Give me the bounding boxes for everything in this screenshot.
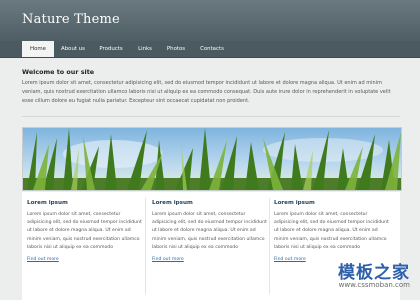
site-title[interactable]: Nature Theme xyxy=(22,12,120,27)
watermark-url: www.cssmoban.com xyxy=(338,281,410,289)
column-text: Lorem ipsum dolor sit amet, consectetur … xyxy=(274,212,389,250)
column-title: Lorem ipsum xyxy=(152,200,193,206)
welcome-text: Lorem ipsum dolor sit amet, consectetur … xyxy=(22,80,391,104)
site-header: Nature Theme xyxy=(0,0,420,41)
column-title: Lorem ipsum xyxy=(27,200,68,206)
section-divider xyxy=(22,116,400,117)
welcome-section: Welcome to our site Lorem ipsum dolor si… xyxy=(22,68,400,106)
nav-item-about-us[interactable]: About us xyxy=(56,41,90,57)
nav-item-links[interactable]: Links xyxy=(131,41,159,57)
nav-item-products[interactable]: Products xyxy=(92,41,130,57)
main-nav: Home About us Products Links Photos Cont… xyxy=(0,41,420,58)
feature-column: Lorem ipsum Lorem ipsum dolor sit amet, … xyxy=(274,200,390,262)
column-text: Lorem ipsum dolor sit amet, consectetur … xyxy=(152,212,267,250)
watermark-logo: 模板之家 www.cssmoban.com xyxy=(302,258,410,294)
column-title: Lorem ipsum xyxy=(274,200,315,206)
watermark-name: 模板之家 xyxy=(338,263,410,283)
column-text: Lorem ipsum dolor sit amet, consectetur … xyxy=(27,212,142,250)
welcome-title: Welcome to our site xyxy=(22,68,95,76)
nav-item-contacts[interactable]: Contacts xyxy=(194,41,230,57)
find-out-more-link[interactable]: Find out more xyxy=(27,257,143,262)
banner-image xyxy=(22,127,402,191)
column-divider xyxy=(269,198,270,294)
nav-item-photos[interactable]: Photos xyxy=(160,41,192,57)
feature-column: Lorem ipsum Lorem ipsum dolor sit amet, … xyxy=(27,200,143,262)
column-divider xyxy=(145,198,146,294)
feature-column: Lorem ipsum Lorem ipsum dolor sit amet, … xyxy=(152,200,268,262)
find-out-more-link[interactable]: Find out more xyxy=(152,257,268,262)
nav-item-home[interactable]: Home xyxy=(22,41,54,57)
grass-photo xyxy=(23,128,401,190)
